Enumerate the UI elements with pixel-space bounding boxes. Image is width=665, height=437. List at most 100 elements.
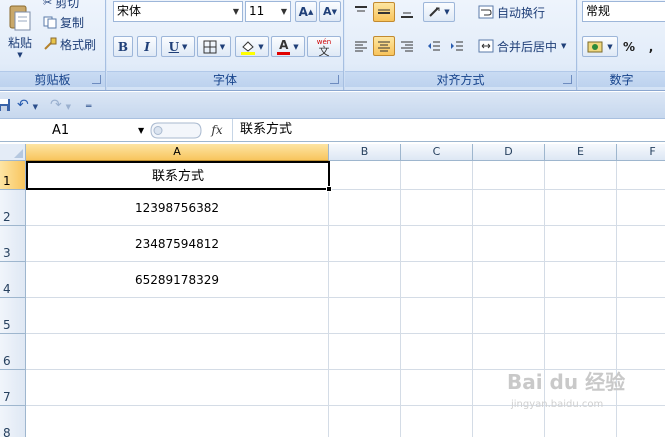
cell-e1[interactable] bbox=[545, 161, 617, 190]
cell-c5[interactable] bbox=[401, 298, 473, 334]
copy-button[interactable]: 复制 bbox=[42, 13, 102, 31]
orientation-button[interactable]: ▼ bbox=[423, 2, 455, 22]
chevron-down-icon[interactable]: ▼ bbox=[444, 8, 449, 16]
cell-c3[interactable] bbox=[401, 226, 473, 262]
wrap-text-button[interactable]: 自动换行 bbox=[477, 2, 555, 22]
cell-e5[interactable] bbox=[545, 298, 617, 334]
cell-b5[interactable] bbox=[329, 298, 401, 334]
number-format-select[interactable]: 常规 bbox=[582, 1, 665, 22]
align-left-button[interactable] bbox=[350, 36, 372, 56]
cell-d5[interactable] bbox=[473, 298, 545, 334]
align-center-button[interactable] bbox=[373, 36, 395, 56]
row-header-3[interactable]: 3 bbox=[0, 226, 26, 262]
column-header-f[interactable]: F bbox=[617, 144, 665, 161]
cell-b7[interactable] bbox=[329, 370, 401, 406]
cell-b6[interactable] bbox=[329, 334, 401, 370]
decrease-indent-button[interactable] bbox=[423, 36, 445, 56]
cell-e6[interactable] bbox=[545, 334, 617, 370]
cell-a4[interactable]: 65289178329 bbox=[26, 262, 329, 298]
align-bottom-button[interactable] bbox=[396, 2, 418, 22]
cell-b2[interactable] bbox=[329, 190, 401, 226]
cell-e3[interactable] bbox=[545, 226, 617, 262]
chevron-down-icon[interactable]: ▼ bbox=[258, 43, 263, 51]
row-header-7[interactable]: 7 bbox=[0, 370, 26, 406]
cell-a8[interactable] bbox=[26, 406, 329, 437]
cell-f4[interactable] bbox=[617, 262, 665, 298]
chevron-down-icon[interactable]: ▼ bbox=[607, 43, 612, 51]
cell-a3[interactable]: 23487594812 bbox=[26, 226, 329, 262]
cell-f1[interactable] bbox=[617, 161, 665, 190]
column-header-c[interactable]: C bbox=[401, 144, 473, 161]
cell-d2[interactable] bbox=[473, 190, 545, 226]
cell-c7[interactable] bbox=[401, 370, 473, 406]
font-name-select[interactable]: 宋体 ▼ bbox=[113, 1, 243, 22]
cell-d6[interactable] bbox=[473, 334, 545, 370]
fill-handle[interactable] bbox=[326, 186, 332, 192]
customize-qat-button[interactable]: ═ bbox=[86, 96, 96, 114]
cell-a5[interactable] bbox=[26, 298, 329, 334]
cell-c1[interactable] bbox=[401, 161, 473, 190]
comma-style-button[interactable]: , bbox=[641, 36, 661, 57]
paste-button[interactable]: 粘贴 ▼ bbox=[2, 0, 38, 62]
underline-button[interactable]: U ▼ bbox=[161, 36, 195, 57]
cell-f3[interactable] bbox=[617, 226, 665, 262]
dialog-launcher-icon[interactable] bbox=[330, 75, 339, 84]
format-painter-button[interactable]: 格式刷 bbox=[42, 35, 104, 53]
column-header-a[interactable]: A bbox=[26, 144, 329, 161]
cell-b8[interactable] bbox=[329, 406, 401, 437]
cell-b4[interactable] bbox=[329, 262, 401, 298]
insert-function-button[interactable]: fx bbox=[205, 120, 229, 141]
row-header-2[interactable]: 2 bbox=[0, 190, 26, 226]
dialog-launcher-icon[interactable] bbox=[563, 75, 572, 84]
cut-button[interactable]: ✂ 剪切 bbox=[42, 0, 102, 11]
cell-d1[interactable] bbox=[473, 161, 545, 190]
chevron-down-icon[interactable]: ▼ bbox=[230, 2, 242, 21]
chevron-down-icon[interactable]: ▼ bbox=[33, 103, 38, 111]
row-header-8[interactable]: 8 bbox=[0, 406, 26, 437]
chevron-down-icon[interactable]: ▼ bbox=[182, 42, 187, 51]
chevron-down-icon[interactable]: ▼ bbox=[66, 103, 71, 111]
chevron-down-icon[interactable]: ▼ bbox=[561, 42, 566, 50]
formula-input[interactable]: 联系方式 bbox=[232, 119, 665, 141]
save-button[interactable] bbox=[0, 96, 11, 114]
chevron-down-icon[interactable]: ▼ bbox=[220, 43, 225, 51]
row-header-5[interactable]: 5 bbox=[0, 298, 26, 334]
cell-a1[interactable]: 联系方式 bbox=[26, 161, 332, 192]
undo-button[interactable]: ↶ ▼ bbox=[17, 96, 45, 114]
redo-button[interactable]: ↷ ▼ bbox=[50, 96, 78, 114]
cell-c2[interactable] bbox=[401, 190, 473, 226]
italic-button[interactable]: I bbox=[137, 36, 157, 57]
fill-color-button[interactable]: ▼ bbox=[235, 36, 269, 57]
phonetic-guide-button[interactable]: wén 文 bbox=[307, 36, 341, 57]
cell-f2[interactable] bbox=[617, 190, 665, 226]
chevron-down-icon[interactable]: ▼ bbox=[278, 2, 290, 21]
row-header-1[interactable]: 1 bbox=[0, 161, 26, 190]
name-box[interactable]: A1 bbox=[0, 120, 150, 141]
font-color-button[interactable]: A ▼ bbox=[271, 36, 305, 57]
align-right-button[interactable] bbox=[396, 36, 418, 56]
merge-center-button[interactable]: 合并后居中 ▼ bbox=[477, 36, 573, 56]
column-header-b[interactable]: B bbox=[329, 144, 401, 161]
cell-e2[interactable] bbox=[545, 190, 617, 226]
cell-b1[interactable] bbox=[329, 161, 401, 190]
cell-c6[interactable] bbox=[401, 334, 473, 370]
cell-b3[interactable] bbox=[329, 226, 401, 262]
select-all-button[interactable] bbox=[0, 144, 26, 161]
align-middle-button[interactable] bbox=[373, 2, 395, 22]
column-header-d[interactable]: D bbox=[473, 144, 545, 161]
cell-c4[interactable] bbox=[401, 262, 473, 298]
font-size-select[interactable]: 11 ▼ bbox=[245, 1, 291, 22]
row-header-6[interactable]: 6 bbox=[0, 334, 26, 370]
cell-a2[interactable]: 12398756382 bbox=[26, 190, 329, 226]
chevron-down-icon[interactable]: ▼ bbox=[293, 43, 298, 51]
cell-f5[interactable] bbox=[617, 298, 665, 334]
splitter-handle-icon[interactable] bbox=[150, 122, 202, 139]
accounting-format-button[interactable]: ▼ bbox=[582, 36, 618, 57]
dialog-launcher-icon[interactable] bbox=[92, 75, 101, 84]
shrink-font-button[interactable]: A ▼ bbox=[319, 1, 341, 22]
bold-button[interactable]: B bbox=[113, 36, 133, 57]
borders-button[interactable]: ▼ bbox=[197, 36, 231, 57]
cell-c8[interactable] bbox=[401, 406, 473, 437]
chevron-down-icon[interactable]: ▼ bbox=[138, 120, 144, 141]
percent-style-button[interactable]: % bbox=[619, 36, 639, 57]
